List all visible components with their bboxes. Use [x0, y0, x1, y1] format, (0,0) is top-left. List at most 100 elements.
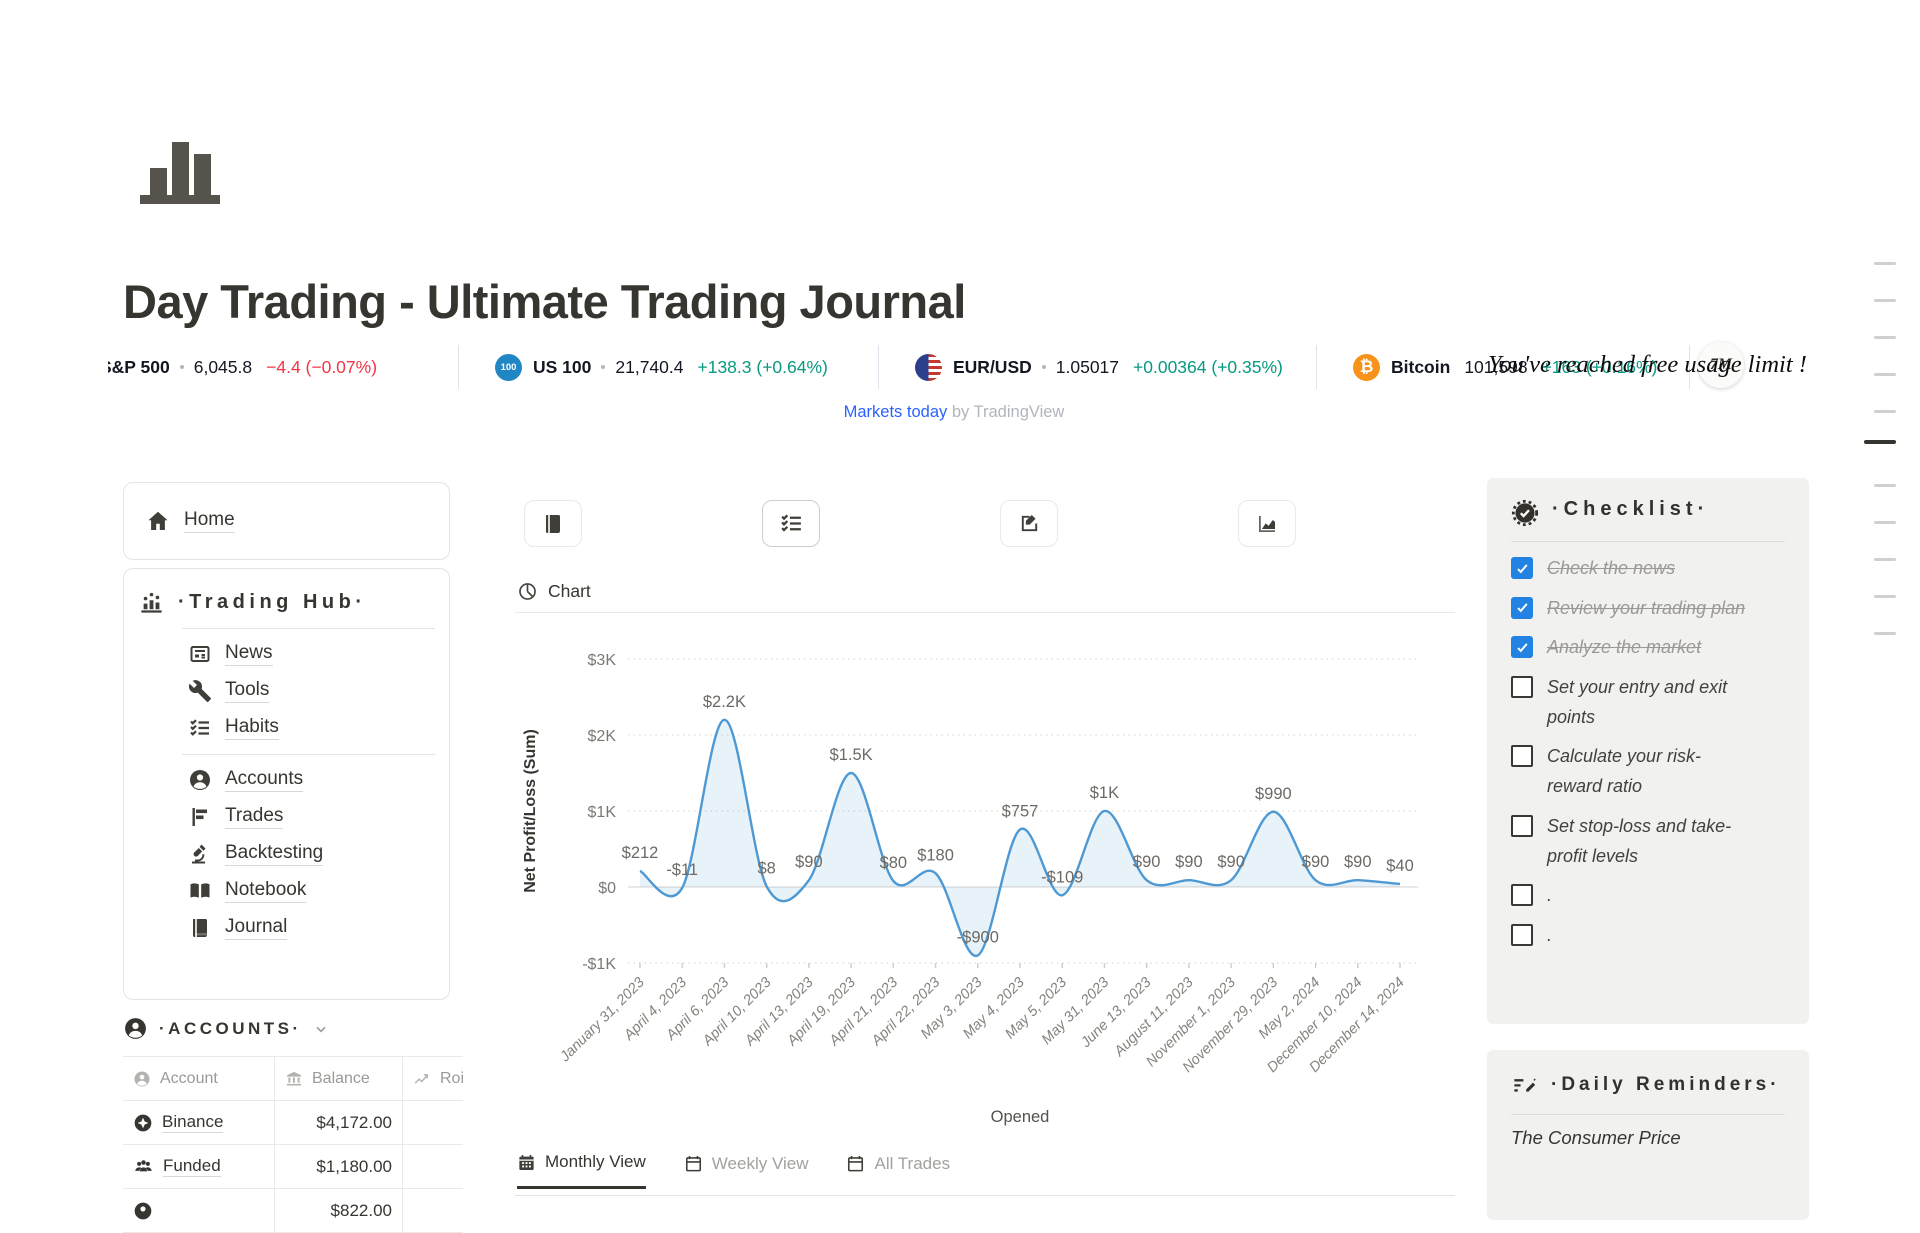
- account-cell[interactable]: Funded: [123, 1145, 275, 1188]
- account-cell[interactable]: [123, 1189, 275, 1232]
- home-card: Home: [123, 482, 450, 560]
- daily-reminders-card: ·Daily Reminders· The Consumer Price: [1487, 1050, 1809, 1220]
- outline-dash[interactable]: [1874, 410, 1896, 413]
- chart-section-title: Chart: [548, 581, 591, 602]
- account-name[interactable]: Binance: [162, 1112, 223, 1133]
- outline-dash[interactable]: [1874, 558, 1896, 561]
- checklist-item-label: Check the news: [1547, 554, 1752, 584]
- svg-text:$90: $90: [1175, 853, 1203, 871]
- pie-chart-icon: [517, 581, 538, 602]
- outline-dash[interactable]: [1874, 632, 1896, 635]
- tab-label: All Trades: [874, 1154, 950, 1174]
- ticker-item-eurusd[interactable]: EUR/USD 1.05017 +0.00364 (+0.35%): [879, 339, 1316, 395]
- checkbox-unchecked[interactable]: [1511, 676, 1533, 698]
- journal-icon: [541, 512, 565, 536]
- column-header-roi[interactable]: Roi: [403, 1057, 463, 1100]
- svg-text:$90: $90: [1133, 853, 1161, 871]
- sidebar-item-habits[interactable]: Habits: [188, 716, 435, 740]
- outline-dash[interactable]: [1874, 484, 1896, 487]
- people-icon: [133, 1156, 154, 1177]
- outline-dash-current[interactable]: [1864, 440, 1896, 444]
- tab-monthly-view[interactable]: Monthly View: [517, 1152, 646, 1189]
- checkbox-unchecked[interactable]: [1511, 924, 1533, 946]
- svg-text:$90: $90: [1217, 853, 1245, 871]
- ticker-symbol: US 100: [533, 357, 591, 378]
- divider: [1511, 1114, 1785, 1115]
- accounts-section-header[interactable]: ·ACCOUNTS·: [123, 1016, 329, 1041]
- column-header-balance[interactable]: Balance: [275, 1057, 403, 1100]
- svg-text:$90: $90: [795, 853, 823, 871]
- balance-value: $1,180.00: [316, 1157, 392, 1177]
- newspaper-icon: [188, 642, 212, 666]
- column-header-account[interactable]: Account: [123, 1057, 275, 1100]
- account-cell[interactable]: Binance: [123, 1101, 275, 1144]
- svg-text:$90: $90: [1302, 853, 1330, 871]
- sidebar-item-trades[interactable]: Trades: [188, 805, 435, 829]
- usage-limit-notice: You've reached free usage limit !: [1488, 351, 1807, 379]
- sidebar-item-label: Backtesting: [225, 842, 323, 866]
- ticker-item-us100[interactable]: 100 US 100 21,740.4 +138.3 (+0.64%): [459, 339, 878, 395]
- checkbox-checked[interactable]: [1511, 557, 1533, 579]
- outline-dash[interactable]: [1874, 521, 1896, 524]
- us100-circle-icon: 100: [495, 354, 522, 381]
- table-header-row: Account Balance Roi: [123, 1057, 463, 1101]
- roi-cell: [403, 1189, 463, 1232]
- bank-icon: [285, 1070, 303, 1088]
- svg-text:Net Profit/Loss (Sum): Net Profit/Loss (Sum): [522, 729, 539, 893]
- tradingview-attribution: Markets today by TradingView: [108, 403, 1800, 422]
- sidebar-item-backtesting[interactable]: Backtesting: [188, 842, 435, 866]
- compose-view-button[interactable]: [1000, 500, 1058, 547]
- svg-text:-$1K: -$1K: [582, 956, 616, 973]
- sidebar-item-label: Habits: [225, 716, 279, 740]
- accounts-title: ·ACCOUNTS·: [159, 1019, 302, 1039]
- sidebar-item-accounts[interactable]: Accounts: [188, 768, 435, 792]
- sidebar-item-journal[interactable]: Journal: [188, 916, 435, 940]
- checklist-item-label: Set stop-loss and take-profit levels: [1547, 812, 1752, 871]
- svg-text:$1K: $1K: [1090, 784, 1119, 802]
- outline-dash[interactable]: [1874, 262, 1896, 265]
- badge-check-icon: [1511, 499, 1539, 527]
- checkbox-unchecked[interactable]: [1511, 884, 1533, 906]
- svg-text:$80: $80: [880, 854, 908, 872]
- balance-value: $4,172.00: [316, 1113, 392, 1133]
- eurusd-flag-icon: [915, 354, 942, 381]
- svg-text:$212: $212: [622, 844, 659, 862]
- tab-weekly-view[interactable]: Weekly View: [684, 1154, 809, 1188]
- markets-today-link[interactable]: Markets today: [844, 403, 948, 421]
- flag-icon: [188, 805, 212, 829]
- outline-dash[interactable]: [1874, 595, 1896, 598]
- checkbox-unchecked[interactable]: [1511, 815, 1533, 837]
- divider: [515, 612, 1455, 613]
- outline-dash[interactable]: [1874, 373, 1896, 376]
- divider: [515, 1195, 1455, 1196]
- svg-text:-$11: -$11: [666, 861, 698, 879]
- sidebar-item-tools[interactable]: Tools: [188, 679, 435, 703]
- ticker-value: 6,045.8: [194, 357, 252, 378]
- checklist-item-label: .: [1547, 921, 1752, 951]
- checklist-item: Set stop-loss and take-profit levels: [1511, 812, 1785, 871]
- outline-dash[interactable]: [1874, 336, 1896, 339]
- svg-text:$180: $180: [917, 846, 954, 864]
- checklist-item: Review your trading plan: [1511, 594, 1785, 624]
- tab-all-trades[interactable]: All Trades: [846, 1154, 950, 1188]
- journal-view-button[interactable]: [524, 500, 582, 547]
- column-label: Balance: [312, 1070, 370, 1088]
- sidebar-item-home[interactable]: Home: [146, 509, 235, 533]
- sidebar-item-notebook[interactable]: Notebook: [188, 879, 435, 903]
- outline-dash[interactable]: [1874, 299, 1896, 302]
- sidebar-item-news[interactable]: News: [188, 642, 435, 666]
- open-book-icon: [188, 879, 212, 903]
- checklist-view-button[interactable]: [762, 500, 820, 547]
- ticker-item-sp500[interactable]: S&P 500 6,045.8 −4.4 (−0.07%): [108, 339, 458, 395]
- bitcoin-circle-icon: ₿: [1353, 354, 1380, 381]
- account-name[interactable]: Funded: [163, 1156, 221, 1177]
- checkbox-checked[interactable]: [1511, 636, 1533, 658]
- svg-text:$8: $8: [757, 859, 775, 877]
- checkbox-checked[interactable]: [1511, 597, 1533, 619]
- balance-cell: $822.00: [275, 1189, 403, 1232]
- checkbox-unchecked[interactable]: [1511, 745, 1533, 767]
- tab-label: Weekly View: [712, 1154, 809, 1174]
- checklist-card: ·Checklist· Check the news Review your t…: [1487, 478, 1809, 1024]
- area-chart-view-button[interactable]: [1238, 500, 1296, 547]
- chevron-down-icon[interactable]: [313, 1021, 329, 1037]
